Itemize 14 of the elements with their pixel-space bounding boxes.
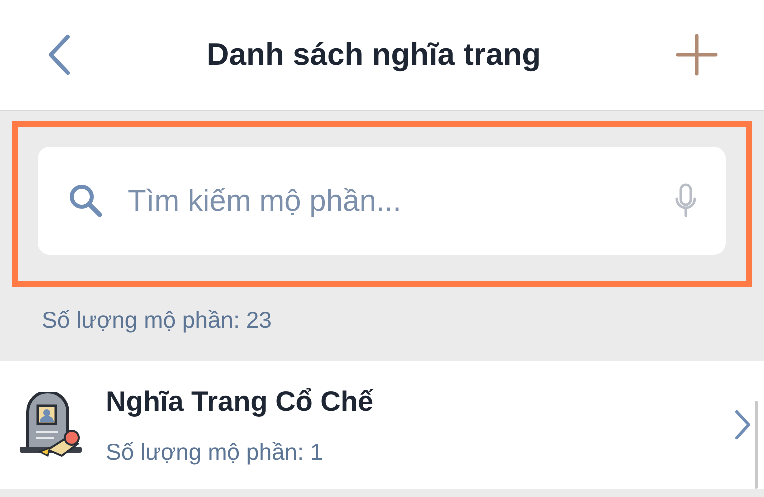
back-icon bbox=[47, 34, 71, 76]
microphone-icon[interactable] bbox=[674, 183, 698, 219]
page-title: Danh sách nghĩa trang bbox=[206, 36, 542, 74]
grave-count: Số lượng mộ phần: 23 bbox=[42, 306, 273, 335]
scrollbar[interactable] bbox=[755, 401, 758, 489]
gravestone-icon bbox=[18, 392, 84, 458]
grave-count: Số lượng mộ phần: 1 bbox=[106, 438, 324, 467]
plus-icon bbox=[676, 34, 718, 76]
cemetery-name: Nghĩa Trang Cổ Chế bbox=[106, 384, 375, 419]
add-button[interactable] bbox=[674, 32, 720, 78]
chevron-right-icon bbox=[734, 409, 752, 441]
cemetery-row[interactable]: Nghĩa Trang Cổ Chế Số lượng mộ phần: 1 bbox=[0, 361, 764, 489]
search-field[interactable]: Tìm kiếm mộ phần... bbox=[128, 178, 652, 224]
search-bar[interactable]: Tìm kiếm mộ phần... bbox=[38, 147, 726, 255]
